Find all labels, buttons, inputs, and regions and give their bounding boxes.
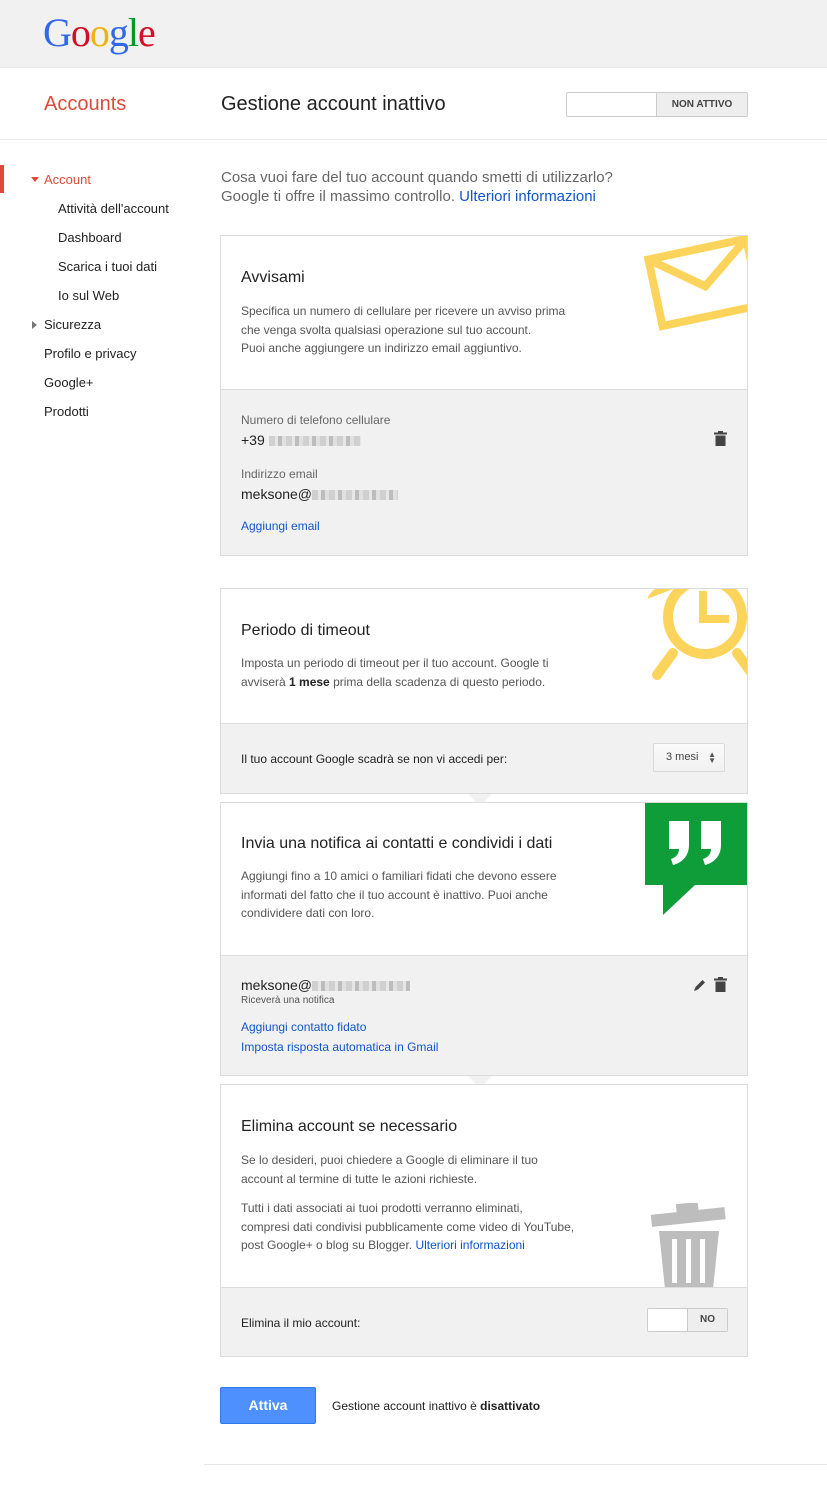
delete-account-toggle[interactable]: NO xyxy=(647,1308,728,1332)
contacts-desc-line: Aggiungi fino a 10 amici o familiari fid… xyxy=(241,869,557,883)
sidebar-item-me-on-web[interactable]: Io sul Web xyxy=(58,288,119,303)
sidebar-item-security[interactable]: Sicurezza xyxy=(44,317,101,332)
trash-bin-icon xyxy=(650,1203,726,1289)
contacts-desc-line: condividere dati con loro. xyxy=(241,906,375,920)
phone-prefix: +39 xyxy=(241,432,265,448)
timeout-warning-period: 1 mese xyxy=(289,674,330,689)
delete-desc-line: Tutti i dati associati ai tuoi prodotti … xyxy=(241,1201,523,1215)
gmail-auto-reply-link[interactable]: Imposta risposta automatica in Gmail xyxy=(241,1040,438,1054)
toggle-no-label: NO xyxy=(687,1309,727,1331)
phone-label: Numero di telefono cellulare xyxy=(241,413,391,427)
delete-account-card: Elimina account se necessario Se lo desi… xyxy=(220,1084,748,1357)
notify-description: Specifica un numero di cellulare per ric… xyxy=(241,302,565,358)
google-logo[interactable]: Google xyxy=(43,9,156,56)
contacts-description: Aggiungi fino a 10 amici o familiari fid… xyxy=(241,867,557,923)
email-prefix: meksone@ xyxy=(241,486,313,502)
timeout-title: Periodo di timeout xyxy=(241,622,370,639)
notify-title: Avvisami xyxy=(241,269,305,286)
accounts-title[interactable]: Accounts xyxy=(44,93,126,116)
envelope-icon xyxy=(643,236,747,331)
logo-letter: e xyxy=(138,10,156,55)
delete-desc-line: post Google+ o blog su Blogger. xyxy=(241,1238,413,1252)
timeout-desc-part: prima della scadenza di questo periodo. xyxy=(333,674,546,689)
timeout-selected-value: 3 mesi xyxy=(666,751,699,763)
logo-letter: o xyxy=(70,10,91,55)
top-bar: Google xyxy=(0,0,827,68)
expire-label: Il tuo account Google scadrà se non vi a… xyxy=(241,752,508,766)
delete-trash-icon[interactable] xyxy=(714,431,727,446)
sidebar-item-account[interactable]: Account xyxy=(44,172,91,187)
delete-details: Tutti i dati associati ai tuoi prodotti … xyxy=(241,1199,574,1255)
notify-settings-panel: Numero di telefono cellulare +39 Indiriz… xyxy=(221,389,747,555)
delete-desc-line: compresi dati condivisi pubblicamente co… xyxy=(241,1219,575,1234)
contacts-title: Invia una notifica ai contatti e condivi… xyxy=(241,835,553,852)
delete-my-account-label: Elimina il mio account: xyxy=(241,1316,361,1330)
sidebar-item-profile-privacy[interactable]: Profilo e privacy xyxy=(44,346,136,361)
inactive-manager-toggle[interactable]: NON ATTIVO xyxy=(566,92,748,117)
contact-email: meksone@ xyxy=(241,977,411,993)
delete-description: Se lo desideri, puoi chiedere a Google d… xyxy=(241,1151,538,1188)
edit-pencil-icon[interactable] xyxy=(693,978,707,992)
page-title: Gestione account inattivo xyxy=(221,93,446,115)
email-label: Indirizzo email xyxy=(241,467,318,481)
logo-letter: G xyxy=(43,10,72,55)
intro-line-2: Google ti offre il massimo controllo. xyxy=(221,188,455,205)
delete-desc-line: Se lo desideri, puoi chiedere a Google d… xyxy=(241,1153,538,1167)
alarm-clock-icon xyxy=(647,589,747,680)
contact-note: Riceverà una notifica xyxy=(241,995,335,1006)
chevron-right-icon xyxy=(32,321,37,329)
sidebar-item-account-activity[interactable]: Attività dell'account xyxy=(58,201,169,216)
delete-learn-more-link[interactable]: Ulteriori informazioni xyxy=(415,1238,524,1252)
sidebar-item-download-data[interactable]: Scarica i tuoi dati xyxy=(58,259,157,274)
phone-value: +39 xyxy=(241,432,361,448)
learn-more-link[interactable]: Ulteriori informazioni xyxy=(459,188,596,205)
add-trusted-contact-link[interactable]: Aggiungi contatto fidato xyxy=(241,1020,366,1034)
delete-trash-icon[interactable] xyxy=(714,977,727,992)
contact-email-prefix: meksone@ xyxy=(241,977,313,993)
select-arrows-icon: ▲ ▼ xyxy=(708,750,716,765)
timeout-desc-part: avviserà xyxy=(241,674,286,689)
notify-desc-line: che venga svolta qualsiasi operazione su… xyxy=(241,322,532,337)
quote-bubble-icon xyxy=(645,803,747,915)
timeout-settings-panel: Il tuo account Google scadrà se non vi a… xyxy=(221,723,747,793)
delete-title: Elimina account se necessario xyxy=(241,1118,458,1135)
delete-desc-line: account al termine di tutte le azioni ri… xyxy=(241,1171,478,1186)
contacts-desc-line: informati del fatto che il tuo account è… xyxy=(241,887,548,902)
notify-desc-line: Puoi anche aggiungere un indirizzo email… xyxy=(241,341,522,355)
toggle-off-label: NON ATTIVO xyxy=(656,93,747,116)
timeout-description: Imposta un periodo di timeout per il tuo… xyxy=(241,654,549,691)
contacts-card: Invia una notifica ai contatti e condivi… xyxy=(220,802,748,1076)
sidebar-item-dashboard[interactable]: Dashboard xyxy=(58,230,122,245)
delete-settings-panel: Elimina il mio account: NO xyxy=(221,1287,747,1356)
notify-me-card: Avvisami Specifica un numero di cellular… xyxy=(220,235,748,556)
notify-desc-line: Specifica un numero di cellulare per ric… xyxy=(241,304,566,318)
status-prefix: Gestione account inattivo è xyxy=(332,1399,477,1413)
intro-text: Cosa vuoi fare del tuo account quando sm… xyxy=(221,168,613,206)
active-indicator xyxy=(0,165,4,193)
page-header: Accounts Gestione account inattivo NON A… xyxy=(0,68,827,140)
contacts-settings-panel: meksone@ Riceverà una notifica Aggiungi … xyxy=(221,955,747,1075)
logo-letter: o xyxy=(89,10,110,55)
timeout-card: Periodo di timeout Imposta un periodo di… xyxy=(220,588,748,794)
email-value: meksone@ xyxy=(241,486,399,502)
timeout-select[interactable]: 3 mesi ▲ ▼ xyxy=(653,743,725,772)
redacted-email xyxy=(312,490,399,501)
redacted-phone xyxy=(268,436,361,447)
status-value: disattivato xyxy=(480,1399,541,1413)
footer-divider xyxy=(204,1464,827,1465)
activate-button[interactable]: Attiva xyxy=(220,1387,316,1424)
redacted-contact-email xyxy=(312,981,411,992)
chevron-down-icon xyxy=(31,177,39,182)
logo-letter: g xyxy=(108,10,129,55)
logo-letter: l xyxy=(127,10,139,55)
timeout-desc-line: Imposta un periodo di timeout per il tuo… xyxy=(241,656,549,670)
sidebar-item-products[interactable]: Prodotti xyxy=(44,404,89,419)
add-email-link[interactable]: Aggiungi email xyxy=(241,519,320,533)
sidebar-item-google-plus[interactable]: Google+ xyxy=(44,375,94,390)
feature-status: Gestione account inattivo è disattivato xyxy=(332,1399,540,1413)
intro-line-1: Cosa vuoi fare del tuo account quando sm… xyxy=(221,169,613,186)
